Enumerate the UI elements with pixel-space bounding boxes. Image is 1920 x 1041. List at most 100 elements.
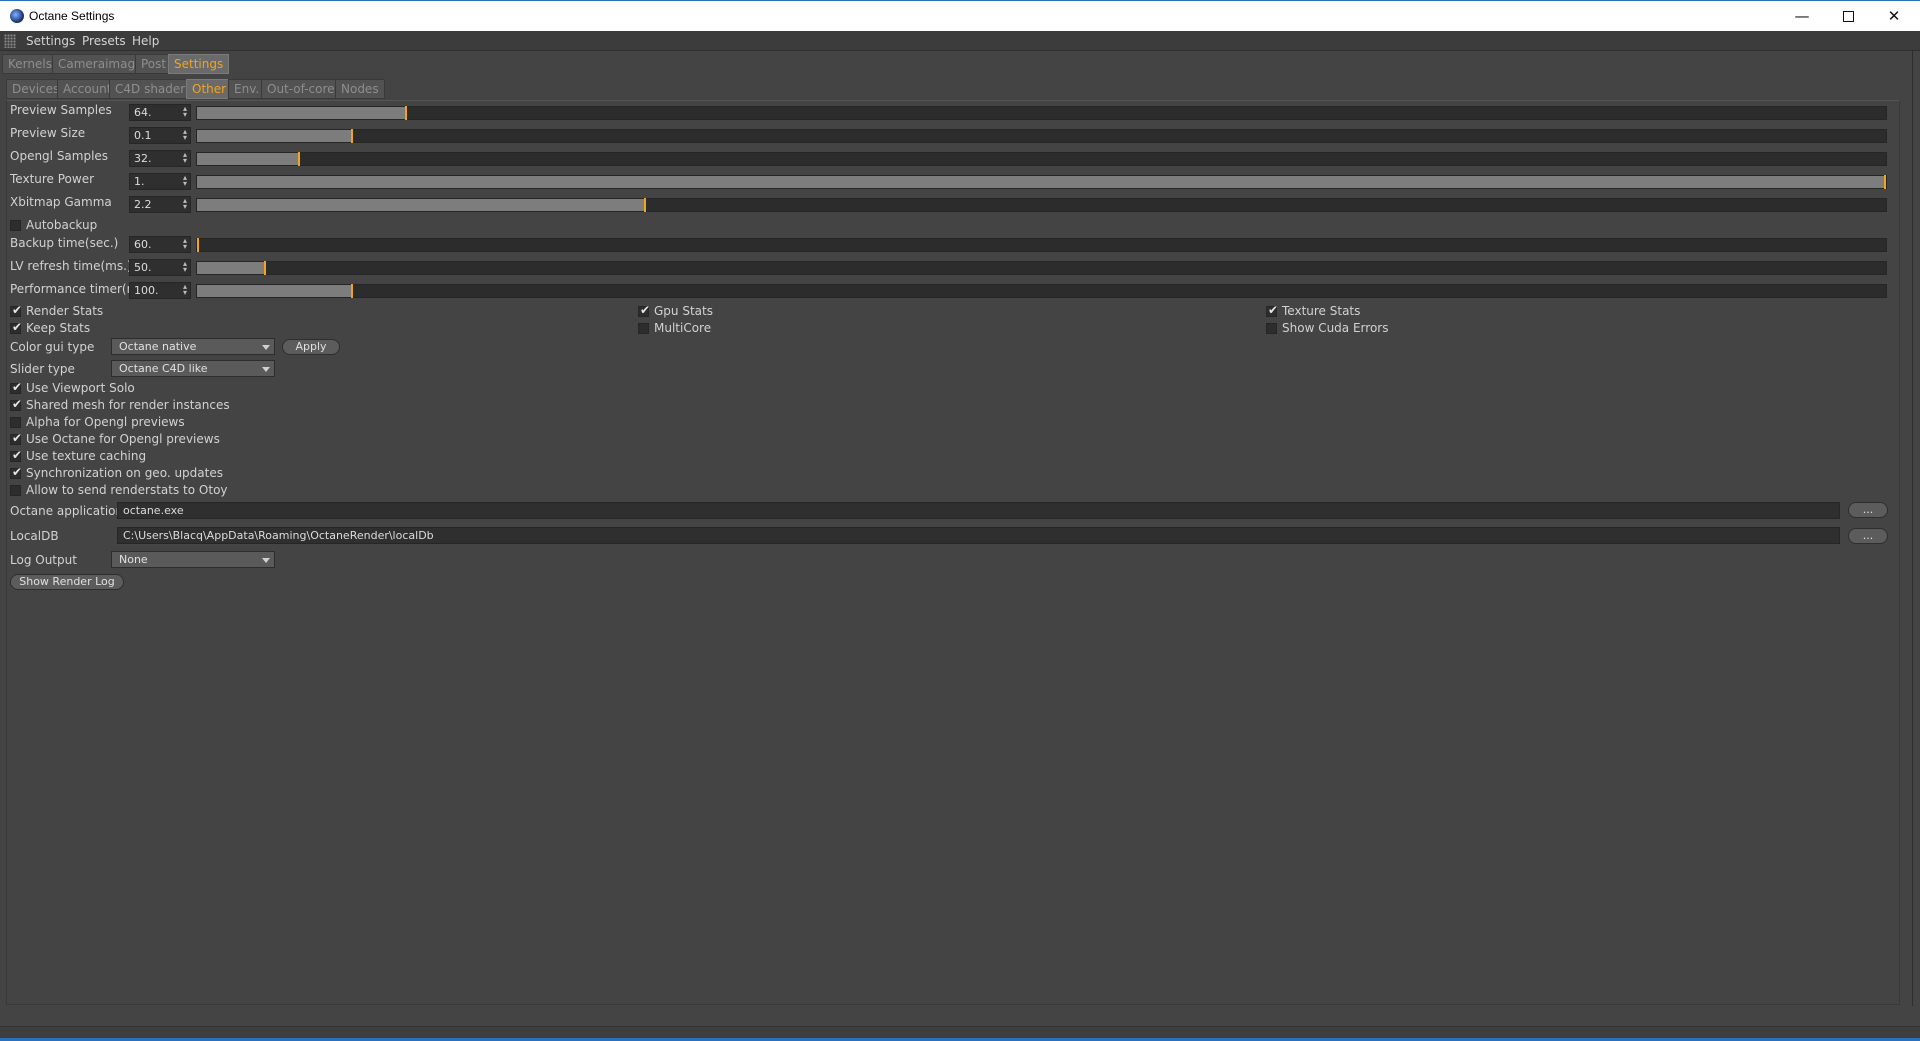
spinner-icon[interactable]: ▴ ▾ — [183, 151, 187, 165]
tab-settings[interactable]: Settings — [168, 54, 230, 74]
localdb-input[interactable]: C:\Users\Blacq\AppData\Roaming\OctaneRen… — [117, 527, 1840, 544]
spinner-icon[interactable]: ▴ ▾ — [183, 174, 187, 188]
check-icon: ✔ — [12, 447, 23, 462]
performance-timer-label: Performance timer(ms. — [10, 282, 149, 296]
spinner-icon[interactable]: ▴ ▾ — [183, 197, 187, 211]
minimize-icon: — — [1794, 7, 1810, 25]
gpu-stats-checkbox[interactable]: ✔ Gpu Stats — [638, 303, 713, 318]
tab-c4d-shaders[interactable]: C4D shaders — [109, 79, 198, 99]
checkbox-box[interactable]: ✔ — [10, 380, 22, 394]
checkbox-box[interactable] — [1266, 322, 1277, 334]
autobackup-checkbox[interactable]: Autobackup — [10, 218, 97, 232]
keep-stats-checkbox[interactable]: ✔ Keep Stats — [10, 320, 90, 335]
log-output-label: Log Output — [10, 553, 77, 567]
slider-handle[interactable] — [351, 129, 353, 143]
tab-out-of-core[interactable]: Out-of-core — [261, 79, 341, 99]
slider-handle[interactable] — [644, 198, 646, 212]
color-gui-type-label: Color gui type — [10, 340, 95, 354]
slider-handle[interactable] — [197, 238, 199, 252]
check-icon: ✔ — [12, 396, 23, 411]
checkbox-box[interactable]: ✔ — [10, 465, 22, 479]
menu-help[interactable]: Help — [132, 34, 159, 48]
spinner-icon[interactable]: ▴ ▾ — [183, 105, 187, 119]
close-button[interactable]: ✕ — [1871, 1, 1917, 31]
spinner-icon[interactable]: ▴ ▾ — [183, 260, 187, 274]
octane-application-browse-button[interactable]: ... — [1848, 502, 1888, 518]
checkbox-box[interactable]: ✔ — [10, 431, 22, 445]
send-renderstats-checkbox[interactable]: Allow to send renderstats to Otoy — [10, 483, 228, 497]
texture-power-slider[interactable] — [196, 175, 1887, 189]
tab-kernels[interactable]: Kernels — [2, 54, 58, 74]
slider-fill — [197, 107, 405, 119]
texture-stats-checkbox[interactable]: ✔ Texture Stats — [1266, 303, 1360, 318]
menu-settings[interactable]: Settings — [26, 34, 75, 48]
menu-bar: Settings Presets Help — [0, 31, 1920, 51]
opengl-samples-slider[interactable] — [196, 152, 1887, 166]
opengl-samples-input[interactable]: 32. ▴ ▾ — [129, 150, 191, 167]
maximize-button[interactable] — [1825, 1, 1871, 31]
checkbox-box[interactable] — [10, 219, 21, 231]
spinner-icon[interactable]: ▴ ▾ — [183, 128, 187, 142]
checkbox-box[interactable]: ✔ — [638, 303, 650, 317]
backup-time-input[interactable]: 60. ▴ ▾ — [129, 236, 191, 253]
shared-mesh-checkbox[interactable]: ✔ Shared mesh for render instances — [10, 396, 230, 412]
window-title: Octane Settings — [29, 9, 115, 23]
use-octane-opengl-checkbox[interactable]: ✔ Use Octane for Opengl previews — [10, 431, 220, 446]
lv-refresh-input[interactable]: 50. ▴ ▾ — [129, 259, 191, 276]
chevron-down-icon — [262, 345, 270, 350]
checkbox-box[interactable]: ✔ — [10, 447, 23, 462]
performance-timer-input[interactable]: 100. ▴ ▾ — [129, 282, 191, 299]
spinner-icon[interactable]: ▴ ▾ — [183, 283, 187, 297]
color-gui-type-dropdown[interactable]: Octane native — [111, 338, 275, 355]
performance-timer-slider[interactable] — [196, 284, 1887, 298]
xbitmap-gamma-slider[interactable] — [196, 198, 1887, 212]
slider-type-dropdown[interactable]: Octane C4D like — [111, 360, 275, 377]
minimize-button[interactable]: — — [1779, 1, 1825, 31]
app-logo-icon — [10, 9, 24, 23]
backup-time-slider[interactable] — [196, 238, 1887, 252]
checkbox-box[interactable]: ✔ — [10, 396, 23, 411]
tab-env[interactable]: Env. — [228, 79, 266, 99]
grip-icon[interactable] — [4, 34, 16, 48]
preview-samples-input[interactable]: 64. ▴ ▾ — [129, 104, 191, 121]
localdb-browse-button[interactable]: ... — [1848, 528, 1888, 544]
slider-handle[interactable] — [298, 152, 300, 166]
alpha-opengl-checkbox[interactable]: Alpha for Opengl previews — [10, 415, 185, 429]
checkbox-box[interactable] — [638, 322, 649, 334]
checkbox-box[interactable]: ✔ — [10, 303, 22, 317]
menu-presets[interactable]: Presets — [82, 34, 126, 48]
use-texture-caching-checkbox[interactable]: ✔ Use texture caching — [10, 447, 146, 463]
use-viewport-solo-checkbox[interactable]: ✔ Use Viewport Solo — [10, 380, 135, 395]
texture-power-input[interactable]: 1. ▴ ▾ — [129, 173, 191, 190]
spinner-icon[interactable]: ▴ ▾ — [183, 237, 187, 251]
lv-refresh-label: LV refresh time(ms.) — [10, 259, 132, 273]
slider-handle[interactable] — [1884, 175, 1886, 189]
octane-application-input[interactable]: octane.exe — [117, 502, 1840, 519]
slider-handle[interactable] — [264, 261, 266, 275]
chevron-down-icon — [262, 367, 270, 372]
tab-nodes[interactable]: Nodes — [335, 79, 385, 99]
sync-geo-updates-checkbox[interactable]: ✔ Synchronization on geo. updates — [10, 465, 223, 480]
slider-handle[interactable] — [351, 284, 353, 298]
octane-application-label: Octane application — [10, 504, 124, 518]
checkbox-box[interactable] — [10, 484, 21, 496]
checkbox-box[interactable] — [10, 416, 21, 428]
render-stats-checkbox[interactable]: ✔ Render Stats — [10, 303, 103, 318]
show-render-log-button[interactable]: Show Render Log — [10, 574, 124, 590]
checkbox-box[interactable]: ✔ — [10, 320, 22, 334]
checkbox-box[interactable]: ✔ — [1266, 303, 1278, 317]
multicore-checkbox[interactable]: MultiCore — [638, 321, 711, 335]
tab-other[interactable]: Other — [186, 79, 233, 99]
preview-samples-slider[interactable] — [196, 106, 1887, 120]
log-output-dropdown[interactable]: None — [111, 551, 275, 568]
close-icon: ✕ — [1887, 7, 1901, 25]
preview-size-input[interactable]: 0.1 ▴ ▾ — [129, 127, 191, 144]
lv-refresh-slider[interactable] — [196, 261, 1887, 275]
tab-post[interactable]: Post — [135, 54, 173, 74]
preview-size-slider[interactable] — [196, 129, 1887, 143]
localdb-label: LocalDB — [10, 529, 59, 543]
xbitmap-gamma-input[interactable]: 2.2 ▴ ▾ — [129, 196, 191, 213]
show-cuda-errors-checkbox[interactable]: Show Cuda Errors — [1266, 321, 1388, 335]
slider-handle[interactable] — [405, 106, 407, 120]
apply-button[interactable]: Apply — [282, 339, 340, 355]
